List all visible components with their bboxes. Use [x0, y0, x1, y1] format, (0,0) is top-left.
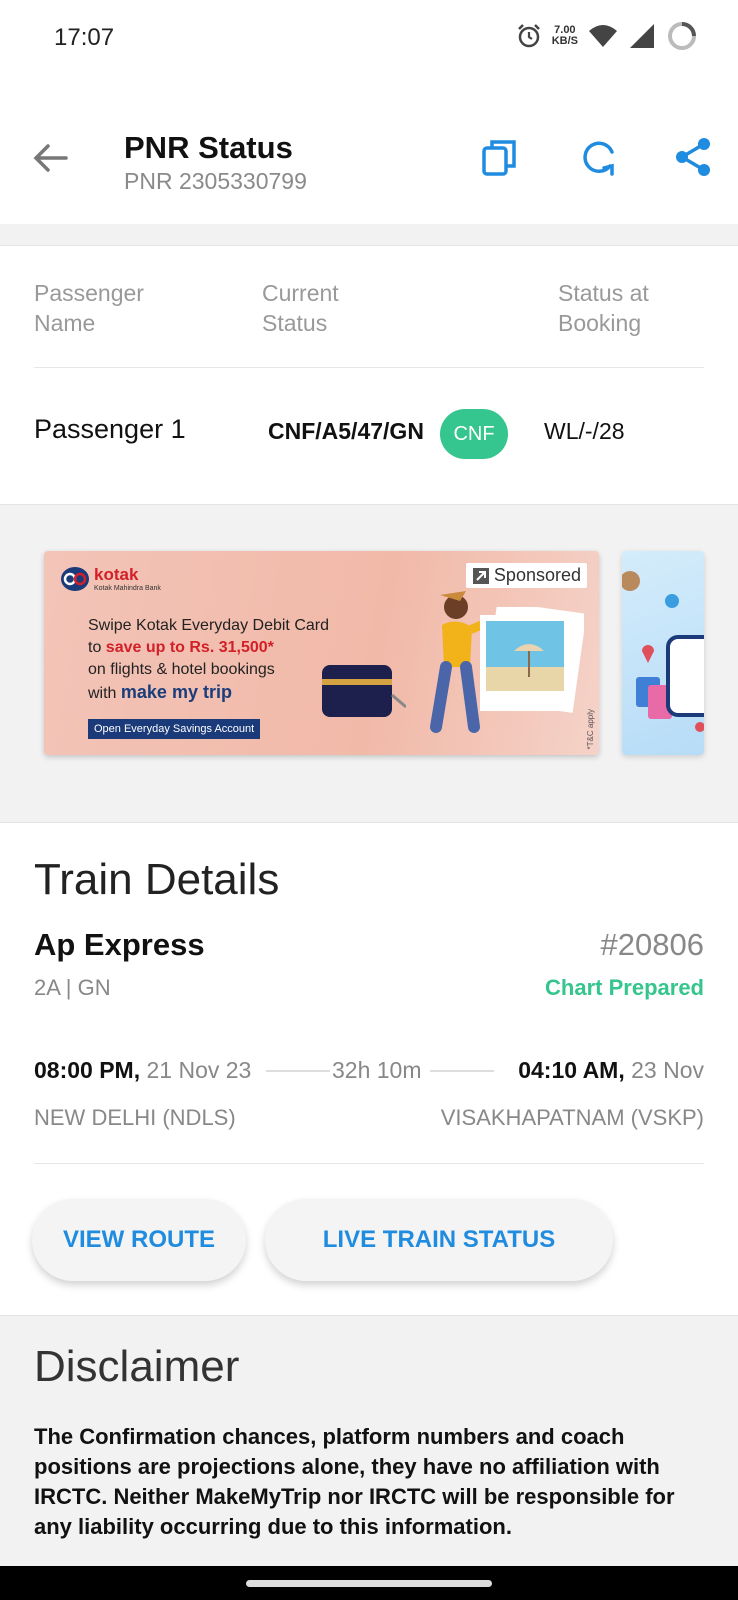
- pnr-number: PNR 2305330799: [124, 168, 307, 194]
- passenger-status-card: Passenger Name Current Status Status at …: [0, 245, 738, 505]
- status-time: 17:07: [54, 24, 115, 51]
- network-speed: 7.00 KB/S: [552, 25, 578, 47]
- train-number: #20806: [600, 927, 704, 962]
- view-route-button[interactable]: VIEW ROUTE: [32, 1199, 246, 1281]
- departure-datetime: 08:00 PM, 21 Nov 23: [34, 1057, 251, 1084]
- ad-line: Swipe Kotak Everyday Debit Card: [88, 617, 329, 634]
- col-header-text: Passenger: [34, 280, 144, 306]
- ad-copy: Swipe Kotak Everyday Debit Card to save …: [88, 615, 329, 705]
- arrival-time: 04:10 AM,: [518, 1057, 625, 1083]
- section-title-disclaimer: Disclaimer: [34, 1342, 240, 1391]
- booking-status: WL/-/28: [544, 418, 625, 444]
- beach-photo-illustration: [480, 607, 584, 713]
- timeline-line: [430, 1070, 494, 1072]
- battery-icon: [668, 22, 696, 50]
- col-header-booking: Status at Booking: [558, 278, 649, 338]
- status-icons: 7.00 KB/S: [516, 20, 698, 52]
- kotak-brand: kotak: [94, 565, 139, 584]
- ad-text: to: [88, 639, 106, 656]
- makemytrip-logo: make my trip: [120, 682, 232, 702]
- origin-station: NEW DELHI (NDLS): [34, 1105, 236, 1130]
- ad-cta-button[interactable]: Open Everyday Savings Account: [88, 719, 261, 739]
- passenger-name: Passenger 1: [34, 414, 186, 444]
- divider: [34, 367, 704, 368]
- ad-tnc: *T&C apply: [586, 708, 595, 749]
- train-name: Ap Express: [34, 927, 205, 962]
- col-header-passenger: Passenger Name: [34, 278, 144, 338]
- ad-line: on flights & hotel bookings: [88, 661, 275, 678]
- status-badge: CNF: [440, 409, 508, 459]
- current-status: CNF/A5/47/GN: [268, 418, 424, 444]
- wifi-icon: [589, 25, 617, 47]
- ad-line: with make my trip: [88, 681, 329, 705]
- alarm-icon: [517, 24, 540, 48]
- ad-banner-kotak[interactable]: kotak Kotak Mahindra Bank Sponsored Swip…: [44, 551, 599, 755]
- live-train-status-button[interactable]: LIVE TRAIN STATUS: [265, 1199, 613, 1281]
- speed-unit: KB/S: [551, 35, 578, 47]
- ad-highlight: save up to Rs. 31,500*: [105, 639, 274, 656]
- home-gesture-handle[interactable]: [246, 1580, 492, 1587]
- col-header-text: Name: [34, 310, 96, 336]
- journey-duration: 32h 10m: [332, 1057, 422, 1083]
- kotak-logo-icon: [61, 566, 89, 591]
- section-title-train-details: Train Details: [34, 855, 280, 904]
- col-header-text: Booking: [558, 310, 642, 336]
- arrival-date: 23 Nov: [631, 1057, 704, 1083]
- class-quota: 2A | GN: [34, 975, 111, 1000]
- status-bar: 17:07 7.00 KB/S: [0, 0, 738, 78]
- refresh-icon[interactable]: [578, 136, 620, 178]
- shopping-illustration: [622, 571, 704, 732]
- arrival-datetime: 04:10 AM, 23 Nov: [518, 1057, 704, 1084]
- col-header-current: Current Status: [262, 278, 339, 338]
- signal-icon: [630, 24, 654, 48]
- kotak-logo: kotak Kotak Mahindra Bank: [60, 565, 161, 592]
- ad-line: to save up to Rs. 31,500*: [88, 637, 329, 659]
- divider: [34, 1163, 704, 1164]
- col-header-text: Status at: [558, 280, 649, 306]
- disclaimer-text: The Confirmation chances, platform numbe…: [34, 1424, 675, 1539]
- col-header-text: Current: [262, 280, 339, 306]
- system-nav-bar: [0, 1566, 738, 1600]
- departure-date: 21 Nov 23: [146, 1057, 252, 1083]
- kotak-brand-sub: Kotak Mahindra Bank: [94, 585, 161, 592]
- app-header: PNR Status PNR 2305330799: [0, 78, 738, 224]
- suitcase-illustration: [322, 665, 406, 717]
- col-header-text: Status: [262, 310, 328, 336]
- page-title: PNR Status: [124, 130, 293, 165]
- share-icon[interactable]: [672, 136, 714, 178]
- ad-banner-next[interactable]: [622, 551, 704, 755]
- ad-text: with: [88, 685, 121, 702]
- back-arrow-icon[interactable]: [30, 138, 70, 178]
- copy-icon[interactable]: [478, 136, 520, 178]
- sponsored-text: Sponsored: [493, 565, 581, 585]
- train-details-card: Train Details Ap Express #20806 2A | GN …: [0, 822, 738, 1316]
- chart-status: Chart Prepared: [545, 975, 704, 1000]
- timeline-line: [266, 1070, 330, 1072]
- departure-time: 08:00 PM,: [34, 1057, 141, 1083]
- destination-station: VISAKHAPATNAM (VSKP): [440, 1105, 704, 1130]
